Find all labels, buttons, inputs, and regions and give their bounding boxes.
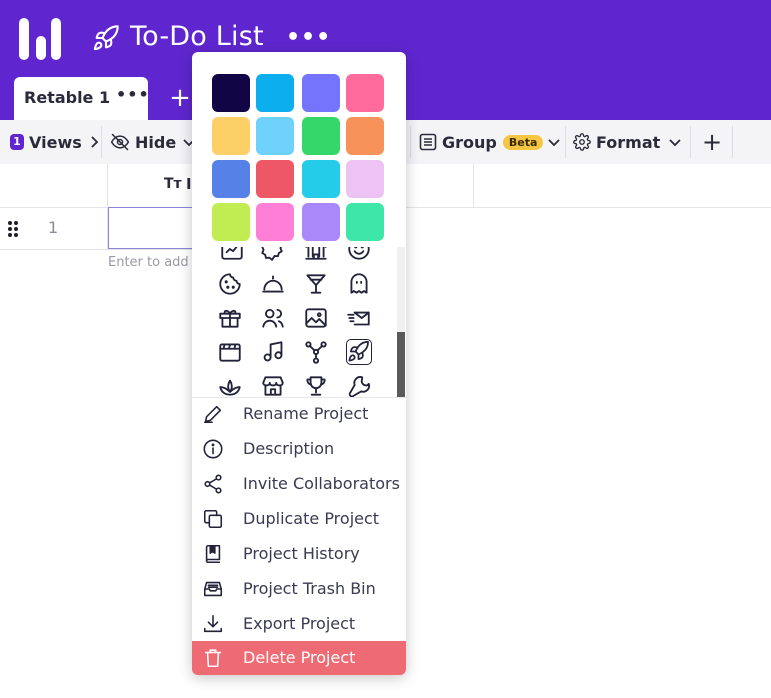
color-swatch[interactable] <box>212 160 250 198</box>
toolbar-divider <box>410 126 411 158</box>
invite-collaborators-item[interactable]: Invite Collaborators <box>192 467 406 502</box>
trash-bin-icon <box>203 581 223 597</box>
users-icon[interactable] <box>260 305 286 331</box>
export-project-item[interactable]: Export Project <box>192 607 406 642</box>
toolbar-divider <box>101 126 102 158</box>
music-icon[interactable] <box>260 339 286 365</box>
trophy-icon[interactable] <box>303 373 329 397</box>
color-swatch[interactable] <box>302 160 340 198</box>
cloche-icon[interactable] <box>260 271 286 297</box>
toolbar-divider <box>565 126 566 158</box>
icon-picker-rows <box>192 247 406 397</box>
ghost-icon[interactable] <box>346 271 372 297</box>
wrench-icon[interactable] <box>346 373 372 397</box>
table-row[interactable]: 1 <box>0 207 194 250</box>
color-swatch[interactable] <box>302 203 340 241</box>
views-button[interactable]: 1 Views <box>10 120 101 164</box>
retable-logo-icon[interactable] <box>19 16 63 60</box>
chevron-down-icon <box>548 139 561 147</box>
toolbar-divider <box>732 126 733 158</box>
group-label: Group <box>442 132 497 152</box>
project-more-button[interactable]: ••• <box>286 24 330 52</box>
format-label: Format <box>596 132 661 152</box>
color-swatch[interactable] <box>346 203 384 241</box>
download-icon <box>203 614 223 633</box>
color-swatch[interactable] <box>346 160 384 198</box>
color-swatch[interactable] <box>212 203 250 241</box>
icon-picker-scrollbar-thumb[interactable] <box>397 332 405 397</box>
color-swatch[interactable] <box>212 117 250 155</box>
list-icon <box>419 133 437 151</box>
cocktail-icon[interactable] <box>303 271 329 297</box>
project-trash-bin-item[interactable]: Project Trash Bin <box>192 572 406 607</box>
menu-label: Description <box>243 439 335 458</box>
project-title[interactable]: To-Do List <box>130 18 264 56</box>
project-options-popup: Rename Project Description Invite Collab… <box>192 52 406 675</box>
hide-button[interactable]: Hide <box>110 120 196 164</box>
gift-icon[interactable] <box>217 305 243 331</box>
info-icon <box>203 439 223 459</box>
trash-icon <box>204 649 222 668</box>
menu-label: Duplicate Project <box>243 509 380 528</box>
color-swatch[interactable] <box>256 117 294 155</box>
tab-label: Retable 1 <box>24 88 111 107</box>
table-cell[interactable] <box>108 207 194 249</box>
menu-label: Rename Project <box>243 404 369 423</box>
menu-label: Project Trash Bin <box>243 579 376 598</box>
chevron-down-icon <box>669 139 681 147</box>
mail-icon[interactable] <box>346 305 372 331</box>
color-swatch[interactable] <box>302 117 340 155</box>
hide-label: Hide <box>135 132 177 152</box>
description-item[interactable]: Description <box>192 432 406 467</box>
tab-more-button[interactable]: ••• <box>116 85 150 104</box>
menu-label: Project History <box>243 544 360 563</box>
project-history-item[interactable]: Project History <box>192 537 406 572</box>
toolbar-add-button[interactable]: + <box>702 120 722 164</box>
color-swatch[interactable] <box>256 74 294 112</box>
color-swatch[interactable] <box>302 74 340 112</box>
drag-handle-icon[interactable] <box>7 221 19 237</box>
network-icon[interactable] <box>303 339 329 365</box>
rocket-icon[interactable] <box>346 339 372 365</box>
color-swatch[interactable] <box>346 74 384 112</box>
pencil-icon <box>203 405 222 424</box>
toolbar-divider <box>690 126 691 158</box>
views-label: Views <box>29 132 82 152</box>
eye-off-icon <box>110 133 130 151</box>
image-icon[interactable] <box>303 305 329 331</box>
project-rocket-icon[interactable] <box>92 24 120 52</box>
cookie-icon[interactable] <box>217 271 243 297</box>
format-button[interactable]: Format <box>573 120 682 164</box>
group-button[interactable]: Group Beta <box>419 120 561 164</box>
color-swatch[interactable] <box>346 117 384 155</box>
copy-icon <box>203 509 223 529</box>
duplicate-project-item[interactable]: Duplicate Project <box>192 502 406 537</box>
color-swatch[interactable] <box>212 74 250 112</box>
menu-label: Export Project <box>243 614 356 633</box>
text-type-icon: Tт <box>164 176 182 192</box>
menu-label: Delete Project <box>243 648 356 667</box>
share-icon <box>204 474 222 494</box>
menu-label: Invite Collaborators <box>243 474 400 493</box>
color-swatch[interactable] <box>256 203 294 241</box>
color-swatch[interactable] <box>256 160 294 198</box>
add-tab-button[interactable]: + <box>168 84 192 112</box>
lotus-icon[interactable] <box>217 373 243 397</box>
gear-icon <box>573 133 591 151</box>
beta-badge: Beta <box>502 134 544 150</box>
store-icon[interactable] <box>260 373 286 397</box>
column-name: I <box>186 175 192 193</box>
chevron-right-icon <box>91 136 99 148</box>
row-number-header <box>0 164 108 207</box>
enter-to-add-hint: Enter to add <box>108 255 189 270</box>
tab-retable-1[interactable]: Retable 1 ••• <box>14 77 150 120</box>
book-icon <box>205 544 221 564</box>
delete-project-item[interactable]: Delete Project <box>192 641 406 675</box>
rename-project-item[interactable]: Rename Project <box>192 397 406 432</box>
row-number: 1 <box>48 218 59 237</box>
views-count-badge: 1 <box>10 134 24 150</box>
clapperboard-icon[interactable] <box>217 339 243 365</box>
